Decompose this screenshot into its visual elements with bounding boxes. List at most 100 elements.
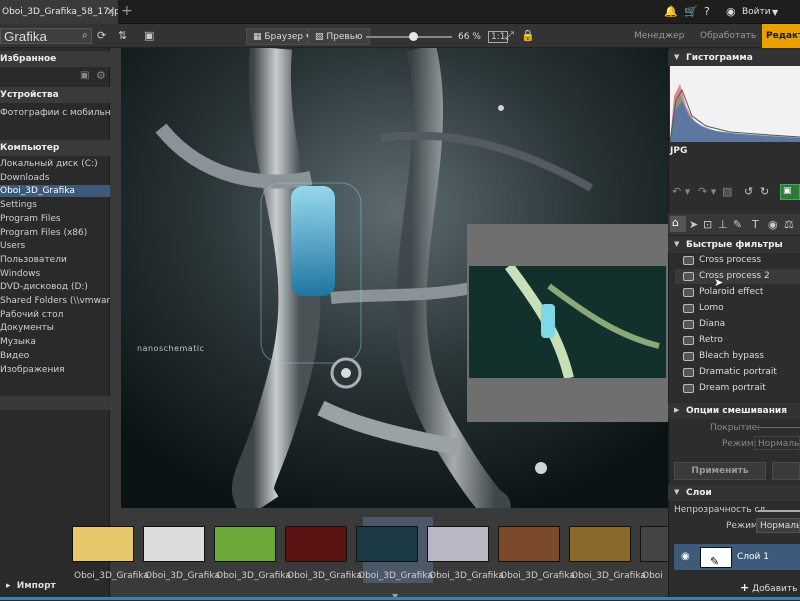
sidebar-item-folder[interactable]: Settings	[0, 199, 110, 211]
sidebar-item-folder[interactable]: Рабочий стол	[0, 309, 110, 321]
browser-view-button[interactable]: ▦ Браузер ▾	[246, 28, 318, 45]
undo-icon[interactable]: ↶ ▾	[672, 185, 690, 198]
sidebar-item-folder[interactable]: Пользователи	[0, 254, 110, 266]
tab-manager[interactable]: Менеджер	[626, 24, 692, 48]
save-button[interactable]: ▣	[780, 184, 800, 200]
histogram-header[interactable]: ▼ Гистограмма	[668, 50, 800, 66]
sidebar-item-folder[interactable]: Видео	[0, 350, 110, 362]
thumbnail[interactable]	[214, 526, 276, 562]
eye-icon[interactable]: ◉	[768, 218, 778, 231]
sidebar-item-folder[interactable]: Документы	[0, 322, 110, 334]
thumbnail-label: Oboi_3D_Grafika	[500, 571, 575, 581]
camera-icon	[683, 336, 694, 345]
cancel-button[interactable]	[772, 462, 800, 480]
add-layer-button[interactable]: + Добавить слой	[740, 581, 800, 594]
home-icon[interactable]: ⌂	[670, 216, 686, 232]
tab-process[interactable]: Обработать	[692, 24, 764, 48]
import-button[interactable]: ▸ Импорт	[0, 580, 120, 594]
zoom-level: 66 %	[458, 32, 481, 42]
sidebar-item-folder[interactable]: Изображения	[0, 364, 110, 376]
cart-icon[interactable]: 🛒	[684, 5, 698, 18]
gear-icon[interactable]: ⚙	[96, 69, 106, 82]
thumbnail[interactable]	[569, 526, 631, 562]
sidebar-item-mobile-photos[interactable]: Фотографии с мобильного телефона	[0, 107, 110, 119]
sidebar-item-folder[interactable]: Users	[0, 240, 110, 252]
sidebar-item-folder[interactable]: Shared Folders (\\vmware-host) (Z:)	[0, 295, 110, 307]
thumbnail[interactable]	[356, 526, 418, 562]
quick-filters-header[interactable]: ▼ Быстрые фильтры	[668, 237, 800, 253]
rotate-right-icon[interactable]: ↻	[760, 185, 769, 198]
preview-view-button[interactable]: ▨ Превью	[308, 28, 370, 45]
tab-editor[interactable]: Редактор	[762, 24, 800, 48]
user-icon[interactable]: ◉	[726, 5, 736, 18]
sidebar-item-folder[interactable]: Downloads	[0, 172, 110, 184]
quick-filter-item[interactable]: Diana	[675, 317, 800, 332]
sidebar-item-folder[interactable]: Windows	[0, 268, 110, 280]
quick-filter-item[interactable]: Retro	[675, 333, 800, 348]
chevron-down-icon[interactable]: ▼	[772, 8, 778, 17]
thumbnail[interactable]	[427, 526, 489, 562]
bell-icon[interactable]: 🔔	[664, 5, 678, 18]
search-icon[interactable]: ⌕	[82, 30, 88, 41]
quick-filter-label: Retro	[699, 335, 723, 345]
eye-icon[interactable]: ◉	[681, 551, 690, 562]
quick-filter-label: Dramatic portrait	[699, 367, 777, 377]
document-tab[interactable]: Oboi_3D_Grafika_58_17.jpg	[0, 0, 118, 24]
layer-opacity-slider[interactable]	[758, 510, 800, 512]
sidebar-item-folder[interactable]: Локальный диск (C:)	[0, 158, 110, 170]
sidebar-item-folder[interactable]: Музыка	[0, 336, 110, 348]
sidebar-item-folder[interactable]: Oboi_3D_Grafika	[0, 185, 110, 198]
layer-thumbnail: ✎	[700, 547, 732, 568]
lock-icon[interactable]: 🔒	[521, 29, 535, 42]
add-folder-icon[interactable]: ▣	[80, 70, 89, 81]
blend-options-header[interactable]: ▶ Опции смешивания	[668, 403, 800, 419]
straighten-icon[interactable]: ⊥	[718, 218, 728, 231]
section-favorites[interactable]: Избранное	[0, 51, 110, 67]
quick-filter-label: Cross process 2	[699, 271, 770, 281]
login-button[interactable]: Войти	[742, 7, 771, 17]
image-icon[interactable]: ▨	[722, 185, 732, 198]
redo-icon[interactable]: ↷ ▾	[698, 185, 716, 198]
quick-filter-item[interactable]: Dramatic portrait	[675, 365, 800, 380]
section-devices[interactable]: Устройства	[0, 87, 110, 103]
close-icon[interactable]: ✕	[106, 5, 115, 18]
layers-header[interactable]: ▼ Слои	[668, 485, 800, 501]
quick-filter-item[interactable]: Cross process 2	[675, 269, 800, 284]
blend-options-title: Опции смешивания	[686, 406, 788, 416]
sort-icon[interactable]: ⇅	[118, 29, 127, 42]
camera-icon	[683, 288, 694, 297]
thumbnail[interactable]	[498, 526, 560, 562]
search-input[interactable]	[0, 28, 92, 44]
image-preview[interactable]: nanoschematic	[121, 48, 668, 508]
text-icon[interactable]: T	[752, 218, 759, 231]
thumbnail[interactable]	[143, 526, 205, 562]
quick-filter-item[interactable]: Cross process	[675, 253, 800, 268]
quick-filter-item[interactable]: Bleach bypass	[675, 349, 800, 364]
sidebar-item-folder[interactable]: Program Files (x86)	[0, 227, 110, 239]
apply-button[interactable]: Применить	[674, 462, 766, 480]
layer-mode-select[interactable]: Нормальный	[756, 518, 800, 533]
quick-filter-item[interactable]: Lomo	[675, 301, 800, 316]
crop-icon[interactable]: ⊡	[703, 218, 712, 231]
coverage-slider[interactable]	[756, 427, 800, 428]
rotate-left-icon[interactable]: ↺	[744, 185, 753, 198]
sidebar-item-folder[interactable]: DVD-дисковод (D:)	[0, 281, 110, 293]
blend-mode-select[interactable]: Нормальный	[754, 436, 800, 450]
new-folder-icon[interactable]: ▣	[144, 29, 154, 42]
quick-filter-item[interactable]: Dream portrait	[675, 381, 800, 396]
sidebar-item-folder[interactable]: Program Files	[0, 213, 110, 225]
fit-screen-icon[interactable]: ⤢	[505, 29, 514, 43]
thumbnail[interactable]	[72, 526, 134, 562]
section-computer[interactable]: Компьютер	[0, 140, 110, 156]
thumbnail-label: Oboi_3D_Grafika	[145, 571, 220, 581]
thumbnail[interactable]	[285, 526, 347, 562]
brush-icon[interactable]: ✎	[733, 218, 742, 231]
quick-filter-item[interactable]: Polaroid effect	[675, 285, 800, 300]
panel-gutter[interactable]	[110, 48, 121, 598]
refresh-icon[interactable]: ⟳	[97, 29, 106, 42]
pointer-icon[interactable]: ➤	[689, 218, 698, 231]
adjust-icon[interactable]: ⚖	[784, 218, 794, 231]
import-label: Импорт	[16, 581, 56, 591]
help-icon[interactable]: ?	[704, 5, 710, 18]
plus-icon[interactable]: +	[121, 3, 133, 19]
